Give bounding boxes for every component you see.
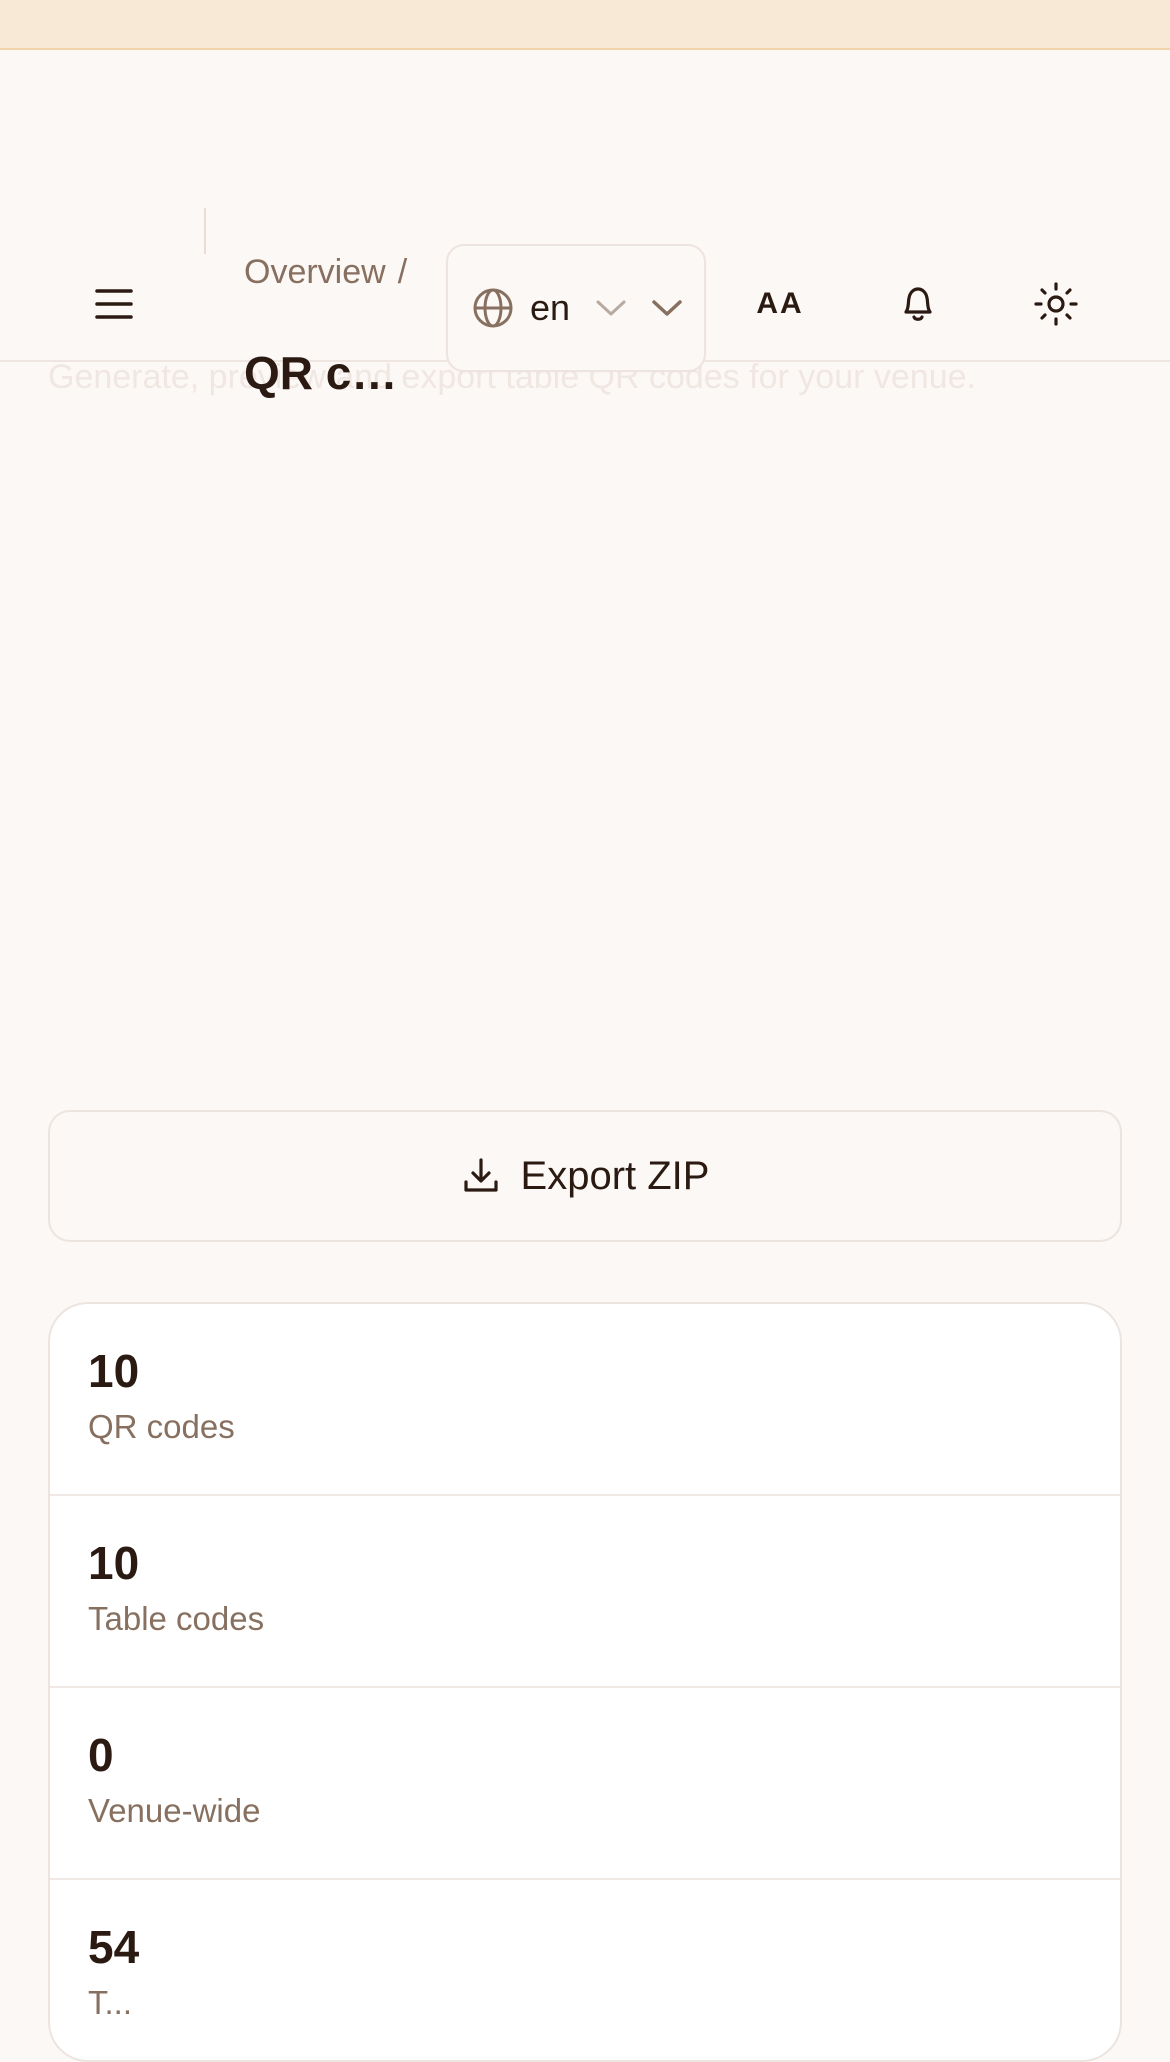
bell-icon <box>904 287 932 321</box>
stat-value: 10 <box>88 1345 140 1397</box>
language-select[interactable]: en <box>446 244 706 372</box>
stat-row: 54 T... <box>50 1880 1120 2060</box>
top-banner <box>0 0 1170 50</box>
stat-label: Venue-wide <box>88 1792 261 1829</box>
sun-icon <box>1034 282 1078 326</box>
download-icon <box>463 1158 498 1192</box>
font-size-button[interactable]: AA <box>750 274 810 334</box>
stat-row: 0 Venue-wide <box>50 1688 1120 1880</box>
chevron-down-icon <box>596 300 626 316</box>
menu-icon <box>95 289 133 319</box>
stat-row: 10 Table codes <box>50 1496 1120 1688</box>
chevron-down-icon <box>652 300 682 316</box>
header-divider <box>204 208 206 254</box>
stat-label: QR codes <box>88 1408 235 1445</box>
stat-label: T... <box>88 1984 133 2021</box>
stat-row: 10 QR codes <box>50 1304 1120 1496</box>
menu-button[interactable] <box>84 274 144 334</box>
language-value: en <box>530 287 571 328</box>
breadcrumb: Overview / <box>244 250 407 294</box>
page-title: QR co... <box>244 347 414 399</box>
breadcrumb-overview[interactable]: Overview <box>244 253 386 292</box>
font-size-icon: AA <box>756 287 804 320</box>
theme-toggle-button[interactable] <box>1026 274 1086 334</box>
page-header: Generate, preview and export table QR co… <box>0 50 1170 399</box>
stat-value: 0 <box>88 1729 114 1781</box>
stat-value: 10 <box>88 1537 140 1589</box>
stat-value: 54 <box>88 1921 140 1973</box>
globe-icon <box>473 288 513 328</box>
breadcrumb-separator: / <box>397 252 408 291</box>
export-zip-button[interactable]: Export ZIP <box>48 1110 1122 1242</box>
notifications-button[interactable] <box>888 274 948 334</box>
stat-label: Table codes <box>88 1600 265 1637</box>
stats-card: 10 QR codes 10 Table codes 0 Venue-wide … <box>48 1302 1122 2062</box>
export-zip-label: Export ZIP <box>520 1153 710 1198</box>
